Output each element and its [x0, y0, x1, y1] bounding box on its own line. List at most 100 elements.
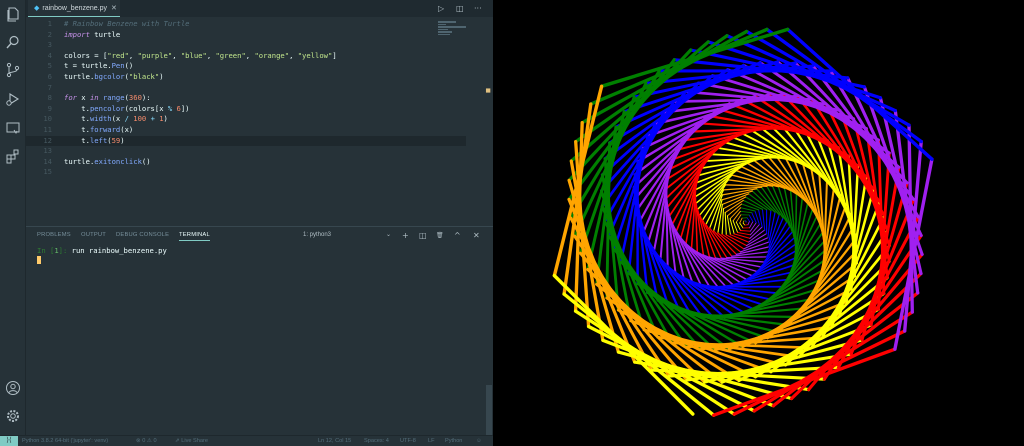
code-token: turtle.: [64, 156, 95, 166]
code-line[interactable]: 4 colors = ["red", "purple", "blue", "gre…: [26, 51, 466, 62]
code-token: exitonclick: [94, 156, 142, 166]
problems-count[interactable]: ⊗ 0 ⚠ 0: [136, 436, 157, 446]
language-mode[interactable]: Python: [445, 436, 462, 446]
tab-rainbow-benzene[interactable]: ◆ rainbow_benzene.py ✕: [28, 0, 120, 17]
run-file-button[interactable]: ▷: [438, 4, 444, 13]
activity-bar: [0, 0, 26, 435]
turtle-canvas[interactable]: [493, 0, 1024, 446]
tab-close-icon[interactable]: ✕: [111, 5, 117, 12]
more-actions-button[interactable]: ···: [474, 4, 482, 13]
search-icon[interactable]: [5, 34, 21, 50]
code-token: ,: [289, 50, 298, 60]
code-token: ): [120, 135, 125, 145]
remote-indicator-icon[interactable]: ⟩⟨: [0, 436, 18, 446]
code-token: Pen: [111, 61, 125, 71]
status-bar: ⟩⟨ Python 3.8.2 64-bit ('jupyter': venv)…: [0, 435, 493, 446]
explorer-icon[interactable]: [5, 6, 21, 22]
tab-terminal[interactable]: TERMINAL: [179, 232, 210, 241]
terminal-output[interactable]: In [1]: run rainbow_benzene.py: [37, 246, 167, 256]
new-terminal-button[interactable]: +: [402, 230, 409, 241]
maximize-panel-button[interactable]: ^: [454, 230, 461, 241]
code-line[interactable]: 15: [26, 167, 466, 178]
code-line[interactable]: 7: [26, 83, 466, 94]
code-token: for: [64, 93, 77, 103]
code-line[interactable]: 9 t.pencolor(colors[x % 6]): [26, 104, 466, 115]
code-token: turtle: [89, 29, 121, 39]
code-token: "orange": [254, 50, 290, 60]
line-number: 12: [43, 135, 52, 145]
turtle-graphics-window[interactable]: [493, 0, 1024, 446]
code-line[interactable]: 5 t = turtle.Pen(): [26, 61, 466, 72]
run-debug-icon[interactable]: [5, 91, 21, 107]
kill-terminal-button[interactable]: 🗑: [436, 230, 444, 241]
cursor-position[interactable]: Ln 12, Col 15: [318, 436, 351, 446]
end-of-line[interactable]: LF: [428, 436, 435, 446]
code-token: "green": [215, 50, 246, 60]
line-number: 6: [47, 72, 52, 81]
account-icon[interactable]: [5, 380, 21, 396]
settings-gear-icon[interactable]: [5, 408, 21, 424]
encoding[interactable]: UTF-8: [400, 436, 416, 446]
code-line[interactable]: 13: [26, 146, 466, 157]
split-terminal-button[interactable]: ◫: [419, 230, 427, 241]
line-number: 5: [47, 61, 52, 71]
tab-output[interactable]: OUTPUT: [81, 232, 106, 238]
code-line[interactable]: 2 import turtle: [26, 30, 466, 41]
code-token: ]): [180, 103, 190, 113]
bottom-panel: PROBLEMS OUTPUT DEBUG CONSOLE TERMINAL 1…: [26, 226, 493, 435]
code-editor[interactable]: 1 # Rainbow Benzene with Turtle 2 import tu…: [26, 17, 493, 222]
line-number: 3: [47, 40, 52, 50]
remote-explorer-icon[interactable]: [5, 120, 21, 136]
panel-scrollbar[interactable]: [486, 385, 492, 435]
line-number: 2: [47, 29, 52, 39]
code-token: in: [89, 93, 99, 103]
line-number: 10: [43, 114, 52, 124]
code-token: 100: [133, 114, 147, 124]
line-number: 4: [47, 50, 52, 60]
code-token: ):: [141, 93, 151, 103]
indentation[interactable]: Spaces: 4: [364, 436, 389, 446]
code-token: t.: [64, 135, 90, 145]
code-token: forward: [89, 125, 121, 134]
code-line[interactable]: 14 turtle.exitonclick(): [26, 157, 466, 168]
live-share-button[interactable]: ⇗ Live Share: [175, 436, 208, 446]
code-token: t.: [64, 103, 90, 113]
code-token: 360: [128, 93, 142, 103]
code-token: "blue": [180, 50, 207, 60]
minimap[interactable]: [438, 21, 468, 43]
tab-problems[interactable]: PROBLEMS: [37, 232, 71, 238]
extensions-icon[interactable]: [5, 148, 21, 164]
code-token: ): [163, 114, 168, 124]
feedback-icon[interactable]: ☺: [476, 436, 482, 446]
tab-debug-console[interactable]: DEBUG CONSOLE: [116, 232, 169, 238]
code-line[interactable]: 8 for x in range(360):: [26, 93, 466, 104]
line-number: 11: [43, 125, 52, 134]
code-line[interactable]: 1 # Rainbow Benzene with Turtle: [26, 19, 466, 30]
code-token: turtle.: [64, 72, 95, 81]
prompt-close: ]:: [58, 246, 72, 255]
close-panel-button[interactable]: ✕: [473, 230, 480, 241]
code-line[interactable]: 10 t.width(x / 100 + 1): [26, 114, 466, 125]
code-line[interactable]: 3: [26, 40, 466, 51]
code-token: (): [141, 156, 151, 166]
line-number: 9: [47, 103, 52, 113]
prompt-in: In [: [37, 246, 55, 255]
code-line[interactable]: 12 t.left(59): [26, 135, 466, 147]
code-line[interactable]: 11 t.forward(x): [26, 125, 466, 136]
line-number: 8: [47, 93, 52, 103]
split-editor-button[interactable]: ◫: [456, 4, 464, 13]
code-token: ]: [332, 50, 337, 60]
line-number: 13: [43, 146, 52, 156]
terminal-cursor: [37, 256, 41, 264]
code-token: (): [124, 61, 134, 71]
python-interpreter[interactable]: Python 3.8.2 64-bit ('jupyter': venv): [22, 436, 108, 446]
spiral-segment: [726, 256, 768, 259]
code-line[interactable]: 6 turtle.bgcolor("black"): [26, 72, 466, 83]
overview-ruler-mark: ▀: [486, 89, 491, 97]
terminal-select-value: 1: python3: [303, 232, 332, 238]
code-token: ): [159, 72, 164, 81]
source-control-icon[interactable]: [5, 62, 21, 78]
code-token: ,: [128, 50, 138, 60]
code-token: import: [64, 29, 90, 39]
terminal-select[interactable]: 1: python3 ⌄: [303, 230, 393, 241]
